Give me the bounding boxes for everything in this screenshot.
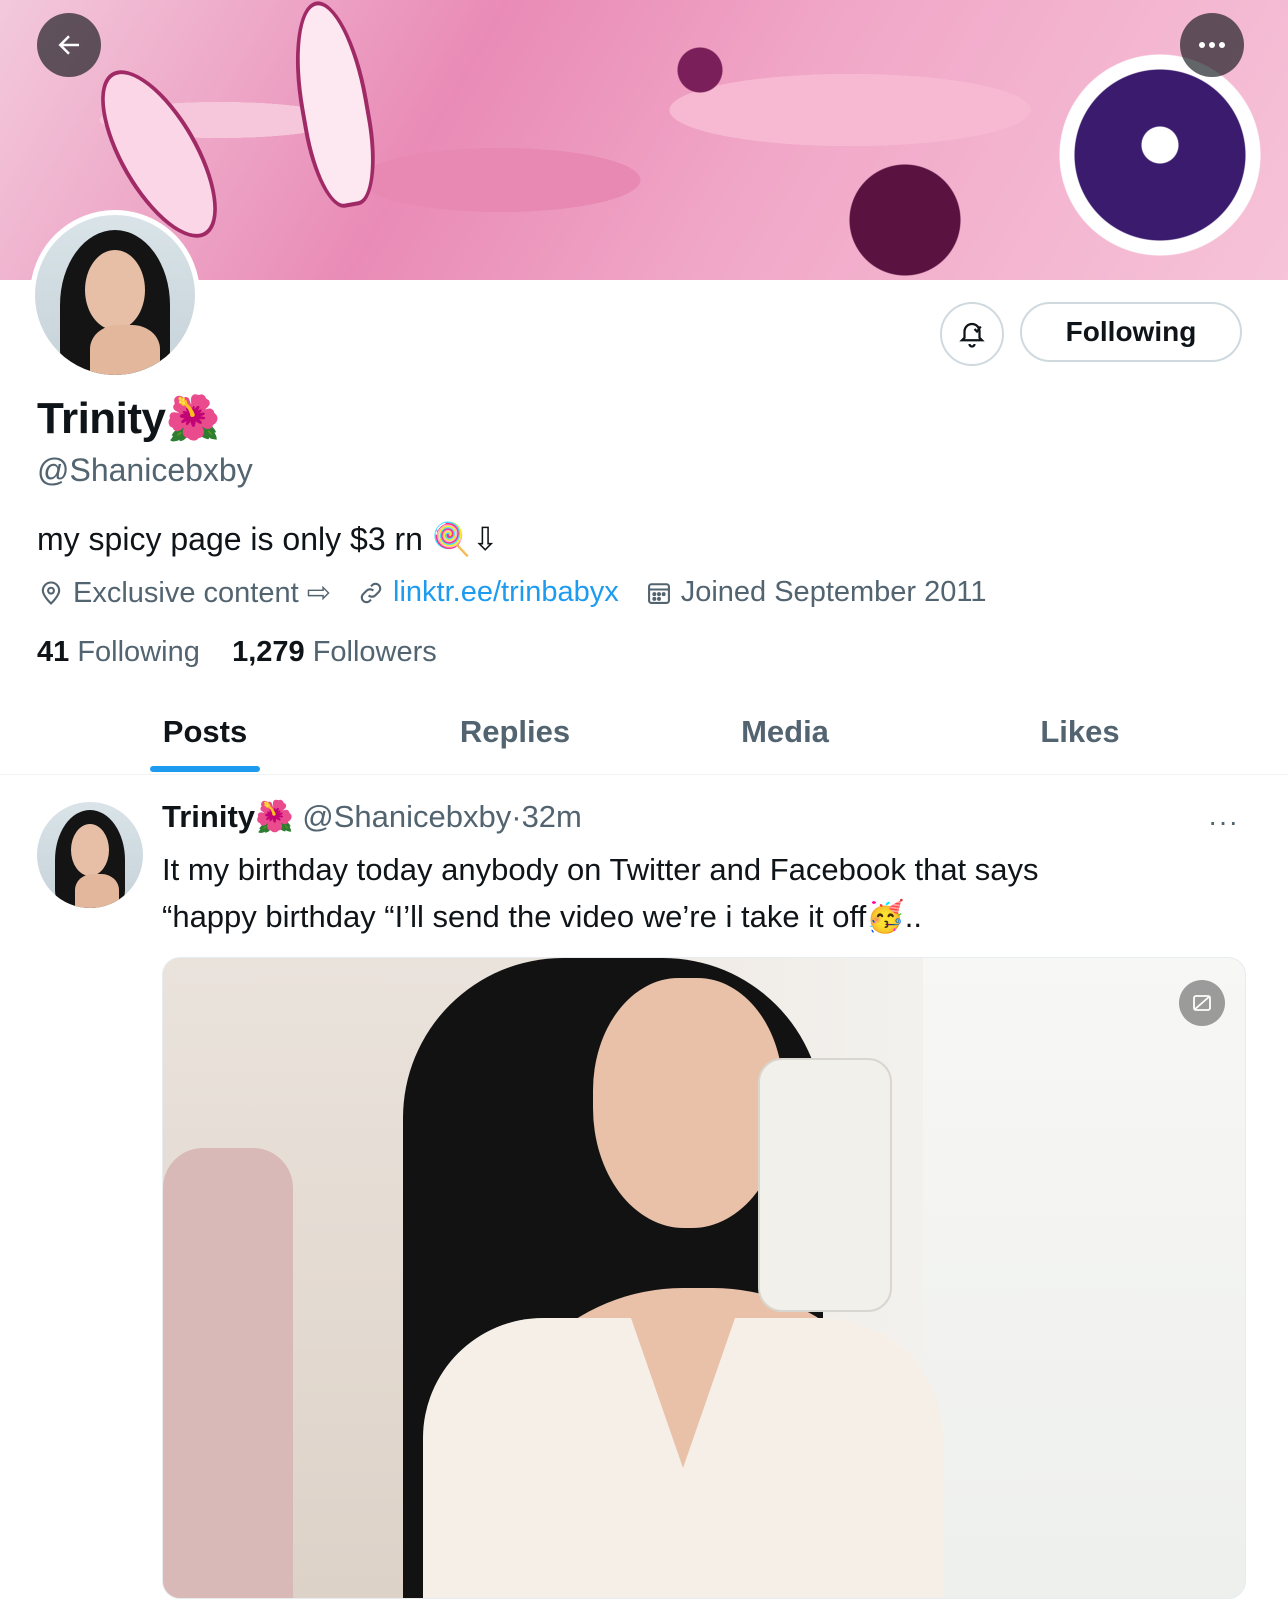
location-pin-icon <box>41 581 61 605</box>
profile-avatar[interactable] <box>30 210 200 380</box>
profile-bio: my spicy page is only $3 rn 🍭⇩ <box>37 521 499 557</box>
bell-check-icon <box>959 322 985 348</box>
ellipsis-icon <box>1199 42 1225 48</box>
post-text-line: “happy birthday “I’ll send the video we’… <box>162 899 923 934</box>
post-author-name[interactable]: Trinity <box>162 799 255 834</box>
link-icon <box>360 582 382 603</box>
location-text: Exclusive content ⇨ <box>73 577 332 609</box>
arrow-left-icon <box>58 35 79 55</box>
profile-link[interactable]: linktr.ee/trinbabyx <box>357 576 619 609</box>
banner-decoration <box>282 0 386 213</box>
hide-media-icon <box>1193 995 1211 1011</box>
post-header: Trinity🌺 @Shanicebxby·32m <box>162 798 582 835</box>
profile-banner[interactable] <box>0 0 1288 280</box>
hibiscus-emoji: 🌺 <box>255 799 294 834</box>
avatar-body <box>75 874 119 908</box>
avatar-face <box>85 250 145 330</box>
more-options-button[interactable] <box>1180 13 1244 77</box>
following-count: 41 <box>37 636 70 668</box>
avatar-body <box>90 325 160 375</box>
post-text-line: It my birthday today anybody on Twitter … <box>162 852 1039 887</box>
profile-name-text: Trinity <box>37 394 166 443</box>
back-button[interactable] <box>37 13 101 77</box>
profile-handle: @Shanicebxby <box>37 452 253 488</box>
notifications-button[interactable] <box>940 302 1004 366</box>
profile-location: Exclusive content ⇨ <box>37 575 331 610</box>
profile-tabs: Posts Replies Media Likes <box>0 690 1288 775</box>
post-author-handle[interactable]: @Shanicebxby <box>302 799 511 834</box>
profile-joined: Joined September 2011 <box>645 576 987 609</box>
followers-count: 1,279 <box>232 636 305 668</box>
content-warning-icon[interactable] <box>1179 980 1225 1026</box>
profile-name: Trinity🌺 <box>37 392 220 444</box>
following-button[interactable]: Following <box>1020 302 1242 362</box>
follow-counts: 41 Following 1,279 Followers <box>37 636 437 669</box>
avatar-face <box>71 824 109 876</box>
joined-text: Joined September 2011 <box>680 576 987 608</box>
tab-likes[interactable]: Likes <box>875 690 1285 774</box>
post-text: It my birthday today anybody on Twitter … <box>162 846 1162 940</box>
media-phone <box>758 1058 892 1312</box>
post-time[interactable]: 32m <box>522 799 582 834</box>
hibiscus-emoji: 🌺 <box>165 394 221 443</box>
media-window <box>923 958 1245 1598</box>
post-avatar[interactable] <box>37 802 143 908</box>
post-media-image[interactable] <box>162 957 1246 1599</box>
following-label: Following <box>77 636 200 668</box>
following-count-link[interactable]: 41 Following <box>37 636 200 668</box>
followers-count-link[interactable]: 1,279 Followers <box>232 636 437 668</box>
active-tab-indicator <box>150 766 260 772</box>
followers-label: Followers <box>312 636 437 668</box>
media-face <box>593 978 783 1228</box>
post-more-button[interactable]: ··· <box>1208 806 1239 838</box>
profile-meta: Exclusive content ⇨ linktr.ee/trinbabyx … <box>37 575 1013 610</box>
link-text[interactable]: linktr.ee/trinbabyx <box>393 576 619 609</box>
media-chair <box>163 1148 293 1598</box>
calendar-icon <box>647 582 670 604</box>
post-separator: · <box>511 799 522 834</box>
